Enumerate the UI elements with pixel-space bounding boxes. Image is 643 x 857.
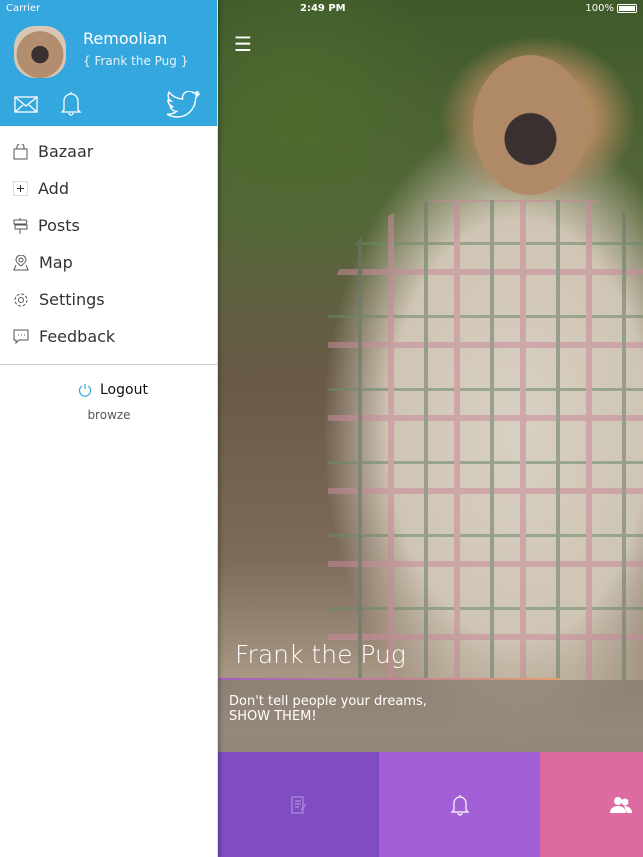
avatar[interactable]: [14, 26, 66, 78]
quote-line: SHOW THEM!: [229, 709, 317, 724]
clock: 2:49 PM: [300, 3, 346, 14]
signpost-icon: [13, 217, 28, 234]
pug-photo: [473, 55, 588, 195]
dog-name: { Frank the Pug }: [83, 54, 189, 68]
mail-icon[interactable]: [14, 96, 38, 113]
bell-icon: [450, 794, 469, 816]
menu-item-posts[interactable]: Posts: [0, 207, 217, 244]
logout-label: Logout: [100, 382, 148, 398]
battery-icon: [617, 4, 637, 13]
menu-label: Feedback: [39, 327, 116, 346]
friends-icon: [610, 796, 632, 813]
logout-button[interactable]: Logout: [78, 382, 148, 398]
profile-view: ☰ Frank the Pug Don't tell people your d…: [218, 0, 643, 857]
chat-icon: [13, 329, 29, 344]
map-pin-icon: [13, 254, 29, 270]
posts-icon: [290, 795, 306, 814]
drawer-header: Remoolian { Frank the Pug }: [0, 0, 217, 126]
power-icon: [78, 384, 92, 397]
shopping-bag-icon: [13, 143, 28, 159]
battery-percent: 100%: [585, 3, 614, 14]
menu-item-settings[interactable]: Settings: [0, 281, 217, 318]
tab-friends[interactable]: [540, 752, 643, 857]
tab-posts[interactable]: [218, 752, 379, 857]
menu-item-feedback[interactable]: Feedback: [0, 318, 217, 355]
menu-icon[interactable]: ☰: [234, 32, 252, 56]
menu-label: Settings: [39, 290, 105, 309]
menu-label: Posts: [38, 216, 80, 235]
quote-line: Don't tell people your dreams,: [229, 694, 427, 709]
menu-item-map[interactable]: Map: [0, 244, 217, 281]
battery-status: 100%: [585, 3, 637, 14]
side-drawer: Remoolian { Frank the Pug } Bazaar Add P…: [0, 0, 218, 857]
divider: [0, 364, 218, 365]
tab-notifications[interactable]: [379, 752, 540, 857]
drawer-menu: Bazaar Add Posts Map Settings Feedback: [0, 126, 217, 355]
plus-icon: [13, 181, 28, 196]
carrier: Carrier: [6, 3, 41, 14]
twitter-icon[interactable]: [166, 91, 200, 119]
dog-name-title: Frank the Pug: [235, 640, 406, 669]
user-name: Remoolian: [83, 29, 168, 48]
bottom-tabs: [218, 752, 643, 857]
gear-icon: [14, 293, 28, 306]
bell-icon[interactable]: [60, 91, 82, 116]
menu-item-bazaar[interactable]: Bazaar: [0, 133, 217, 170]
app-brand: browze: [87, 408, 131, 422]
quote-text: Don't tell people your dreams, SHOW THEM!: [229, 694, 427, 724]
menu-item-add[interactable]: Add: [0, 170, 217, 207]
menu-label: Add: [38, 179, 69, 198]
menu-label: Bazaar: [38, 142, 94, 161]
blanket-photo: [328, 200, 643, 680]
quote-panel: Don't tell people your dreams, SHOW THEM!: [218, 680, 643, 752]
menu-label: Map: [39, 253, 73, 272]
status-bar: Carrier 2:49 PM 100%: [0, 0, 643, 18]
